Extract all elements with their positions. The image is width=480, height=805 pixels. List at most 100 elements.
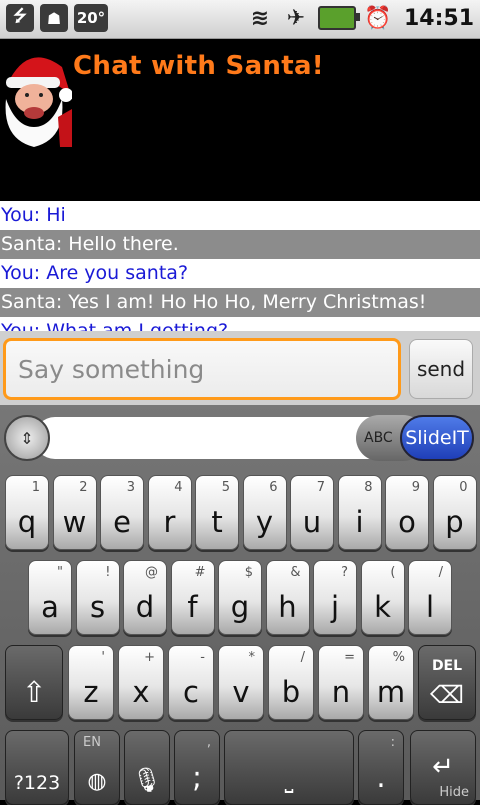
slideit-mode-button[interactable]: SlideIT [400,415,474,461]
key-label: z [83,675,99,709]
usb-icon: ⭍ [6,4,34,32]
compose-bar: send [0,331,480,405]
chat-log[interactable]: You: Hi Santa: Hello there. You: Are you… [0,201,480,331]
key-alt-label: + [144,650,155,665]
key-o[interactable]: 9o [385,475,429,550]
key-label: c [183,675,199,709]
semicolon-key[interactable]: ,; [174,730,220,805]
globe-icon: ◍ [87,769,107,794]
key-g[interactable]: $ g [218,560,262,635]
key-label: e [113,505,131,539]
microphone-key[interactable]: 🎙 [124,730,170,805]
key-label: l [425,590,435,624]
key-alt-label: 8 [364,480,373,495]
key-e[interactable]: 3e [100,475,144,550]
status-clock: 14:51 [403,5,474,31]
symbols-key[interactable]: ?123 [5,730,69,805]
enter-icon: ↵ [432,752,454,782]
key-j[interactable]: ? j [313,560,357,635]
key-v[interactable]: * v [218,645,264,720]
key-x[interactable]: + x [118,645,164,720]
key-d[interactable]: @ d [123,560,167,635]
key-alt-label: ' [101,650,105,665]
key-k[interactable]: (k [360,560,405,635]
delete-key[interactable]: DEL ⌫ [418,645,476,720]
key-label: ; [192,760,202,794]
key-label: o [398,505,416,539]
key-label: j [330,590,340,624]
key-label: w [62,505,87,539]
key-alt-label: , [206,735,211,750]
key-label: m [376,675,406,709]
key-q[interactable]: 1q [5,475,49,550]
chat-message: Santa: Yes I am! Ho Ho Ho, Merry Christm… [0,288,480,317]
enter-key[interactable]: ↵ Hide [410,730,476,805]
key-alt-label: # [194,565,206,580]
period-key[interactable]: :. [358,730,404,805]
key-label: . [376,760,386,794]
status-bar: ⭍ ☗ 20° ≋ ✈ ⏰ 14:51 [0,0,480,39]
shift-arrow-icon: ⇧ [21,675,47,709]
language-key[interactable]: EN ◍ [74,730,120,805]
key-alt-label: 6 [269,480,278,495]
key-label: t [211,505,223,539]
app-header: Chat with Santa! [0,39,480,201]
key-l[interactable]: / l [408,560,452,635]
key-z[interactable]: ' z [68,645,114,720]
key-alt-label: 9 [411,480,420,495]
key-alt-label: 7 [316,480,325,495]
key-m[interactable]: % m [368,645,414,720]
key-alt-label: / [300,650,305,665]
backspace-icon: ⌫ [430,681,464,709]
delete-label: DEL [431,658,463,674]
key-f[interactable]: # f [170,560,215,635]
key-label: u [302,505,322,539]
key-c[interactable]: -c [168,645,214,720]
key-alt-label: 0 [459,480,468,495]
key-p[interactable]: 0p [432,475,477,550]
key-alt-label: @ [145,565,158,580]
message-input[interactable] [6,341,388,397]
key-alt-label: * [248,650,256,665]
key-alt-label: - [200,650,205,665]
shift-key[interactable]: ⇧ [5,645,63,720]
key-alt-label: 5 [221,480,230,495]
key-label: k [374,590,391,624]
key-h[interactable]: & h [265,560,310,635]
key-label: b [281,675,301,709]
key-alt-label: " [57,565,63,580]
key-w[interactable]: 2w [52,475,97,550]
space-icon: ⎵ [284,769,294,794]
key-a[interactable]: " a [28,560,72,635]
send-button[interactable]: send [409,339,473,399]
key-label: i [355,505,364,539]
key-i[interactable]: 8i [337,475,382,550]
key-alt-label: ? [341,565,348,580]
key-label: q [17,505,37,539]
key-alt-label: 2 [79,480,88,495]
message-input-frame [3,338,401,400]
key-alt-label: $ [244,565,253,580]
hide-label: Hide [439,785,469,800]
key-u[interactable]: 7u [290,475,334,550]
chat-message: You: What am I getting? [0,317,480,331]
key-t[interactable]: 5t [195,475,239,550]
updown-arrows-icon[interactable]: ⇕ [4,415,50,461]
key-alt-label: % [392,650,405,665]
keyboard-top-bar: ⇕ ABC SlideIT [4,413,476,463]
key-n[interactable]: = n [318,645,364,720]
key-s[interactable]: ! s [75,560,120,635]
key-label: y [255,505,274,539]
wifi-icon: ≋ [250,5,270,31]
key-y[interactable]: 6y [242,475,287,550]
key-alt-label: 3 [126,480,135,495]
key-label: a [41,590,59,624]
key-b[interactable]: / b [268,645,314,720]
temperature-badge: 20° [74,4,108,32]
android-debug-icon: ☗ [40,4,68,32]
key-alt-label: / [438,565,443,580]
key-r[interactable]: 4r [147,475,192,550]
key-label: n [331,675,351,709]
space-bar[interactable]: ⎵ [224,730,354,805]
key-alt-label: ! [105,565,111,580]
